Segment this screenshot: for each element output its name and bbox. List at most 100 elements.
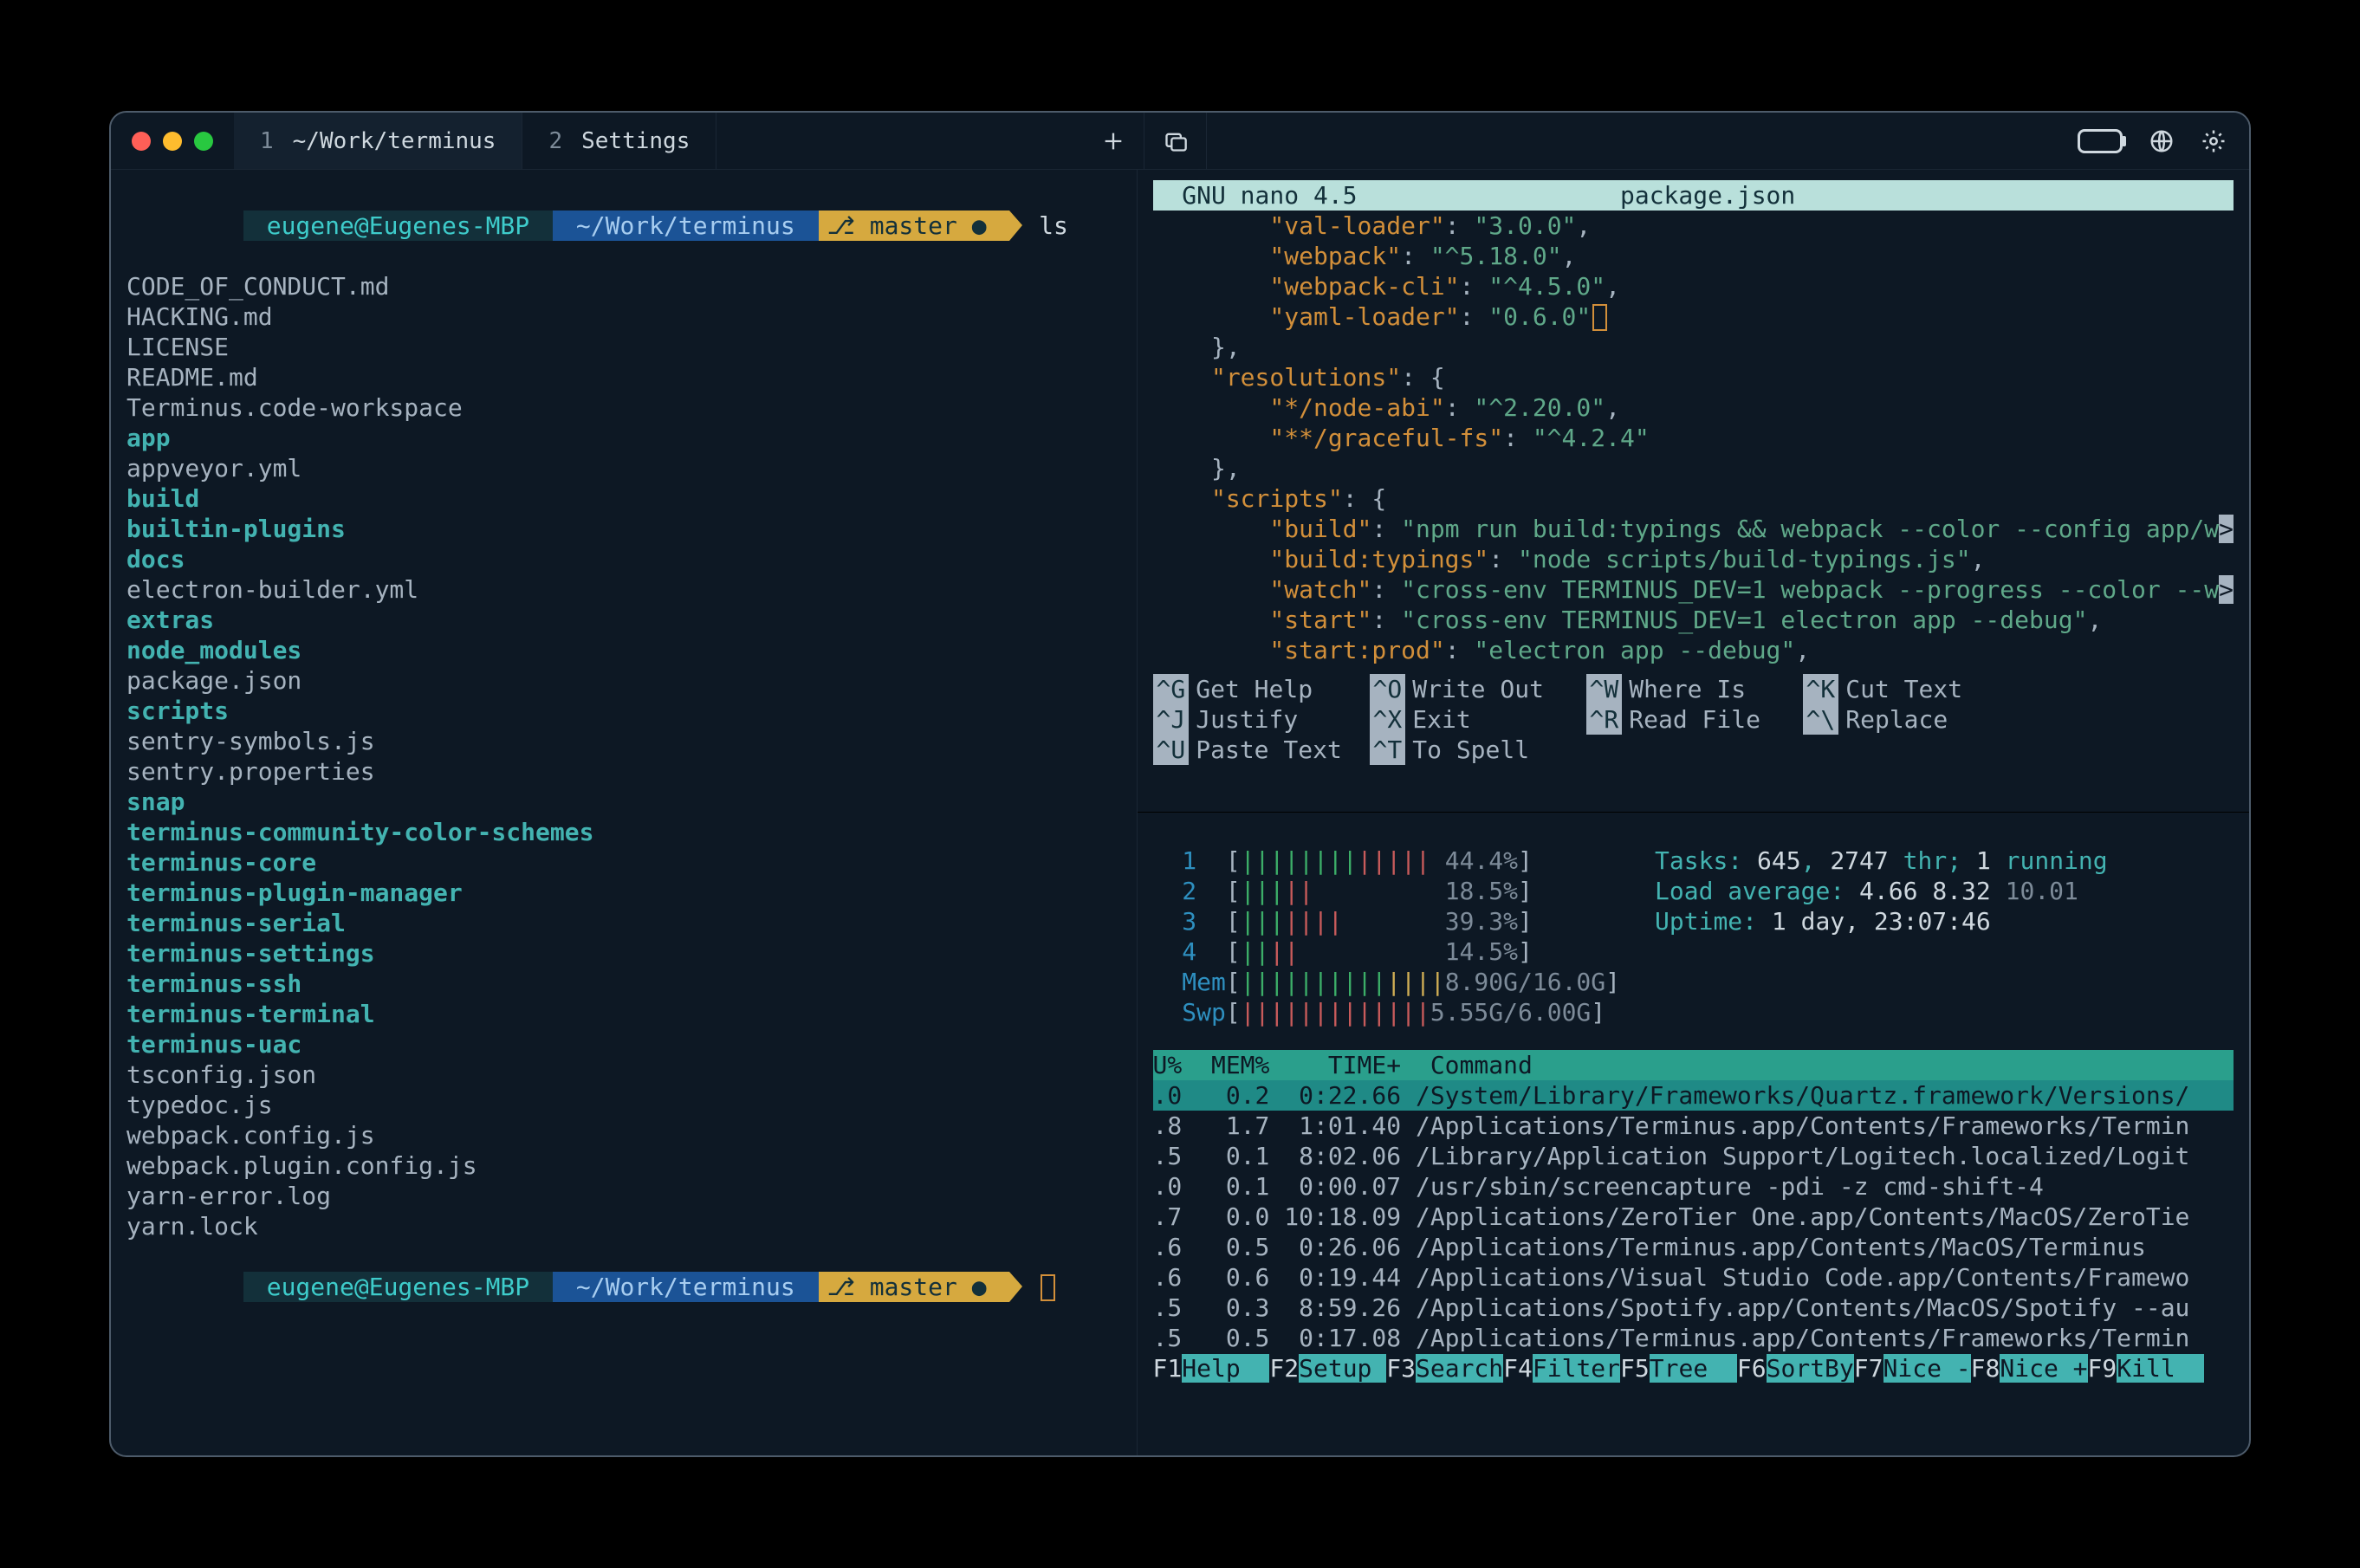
htop-process-row[interactable]: .5 0.1 8:02.06 /Library/Application Supp… xyxy=(1153,1141,2234,1171)
title-bar: 1~/Work/terminus 2 Settings xyxy=(111,113,2249,170)
cpu-meter: 1 [||||||||||||| 44.4%] xyxy=(1153,846,1620,876)
ls-entry: yarn-error.log xyxy=(126,1181,1121,1211)
ls-entry: extras xyxy=(126,605,1121,635)
ls-entry: builtin-plugins xyxy=(126,514,1121,544)
ls-entry: terminus-terminal xyxy=(126,999,1121,1029)
split-pane-button[interactable] xyxy=(1144,113,1207,169)
ls-entry: webpack.plugin.config.js xyxy=(126,1150,1121,1181)
htop-load: Load average: 4.66 8.32 10.01 xyxy=(1655,876,2108,906)
ls-entry: app xyxy=(126,423,1121,453)
htop-process-row[interactable]: .0 0.1 0:00.07 /usr/sbin/screencapture -… xyxy=(1153,1171,2234,1202)
nano-help-key: ^RRead File xyxy=(1586,704,1803,735)
htop-process-row[interactable]: .0 0.2 0:22.66 /System/Library/Framework… xyxy=(1153,1080,2234,1111)
ls-entry: build xyxy=(126,483,1121,514)
cursor xyxy=(1041,1274,1055,1301)
htop-process-row[interactable]: .7 0.0 10:18.09 /Applications/ZeroTier O… xyxy=(1153,1202,2234,1232)
ls-entry: LICENSE xyxy=(126,332,1121,362)
ls-entry: yarn.lock xyxy=(126,1211,1121,1241)
nano-line: "build:typings": "node scripts/build-typ… xyxy=(1153,544,2234,574)
new-tab-button[interactable] xyxy=(1082,113,1144,169)
globe-icon[interactable] xyxy=(2149,128,2175,154)
tab-title: ~/Work/terminus xyxy=(293,128,496,154)
tab-index: 2 xyxy=(548,128,562,154)
ls-entry: sentry.properties xyxy=(126,756,1121,787)
nano-line: "val-loader": "3.0.0", xyxy=(1153,211,2234,241)
ls-output: CODE_OF_CONDUCT.mdHACKING.mdLICENSEREADM… xyxy=(126,271,1121,1241)
nano-line: "start": "cross-env TERMINUS_DEV=1 elect… xyxy=(1153,605,2234,635)
nano-line: "**/graceful-fs": "^4.2.4" xyxy=(1153,423,2234,453)
nano-help-key: ^\Replace xyxy=(1803,704,2020,735)
htop-meters: 1 [||||||||||||| 44.4%] 2 [||||| 18.5%] … xyxy=(1153,846,2234,1027)
ls-entry: terminus-uac xyxy=(126,1029,1121,1059)
ls-entry: appveyor.yml xyxy=(126,453,1121,483)
minimize-window-button[interactable] xyxy=(163,132,182,151)
tab-settings[interactable]: 2 Settings xyxy=(522,113,716,169)
nano-help-key: ^GGet Help xyxy=(1153,674,1370,704)
nano-help-key: ^UPaste Text xyxy=(1153,735,1370,765)
right-top-pane-nano[interactable]: GNU nano 4.5 package.json "val-loader": … xyxy=(1138,170,2249,813)
nano-help-key: ^OWrite Out xyxy=(1370,674,1586,704)
nano-line: "watch": "cross-env TERMINUS_DEV=1 webpa… xyxy=(1153,574,2234,605)
ls-entry: package.json xyxy=(126,665,1121,696)
plus-icon xyxy=(1101,129,1125,153)
right-column: GNU nano 4.5 package.json "val-loader": … xyxy=(1138,170,2249,1455)
nano-help-key: ^WWhere Is xyxy=(1586,674,1803,704)
nano-line: "build": "npm run build:typings && webpa… xyxy=(1153,514,2234,544)
ls-entry: docs xyxy=(126,544,1121,574)
tabs-row: 1~/Work/terminus 2 Settings xyxy=(234,113,1082,169)
htop-process-row[interactable]: .6 0.6 0:19.44 /Applications/Visual Stud… xyxy=(1153,1262,2234,1293)
nano-editor-content: "val-loader": "3.0.0", "webpack": "^5.18… xyxy=(1153,211,2234,665)
prompt-branch: ⎇ master ● xyxy=(819,211,1010,241)
ls-entry: terminus-core xyxy=(126,847,1121,878)
cpu-meter: 3 [||||||| 39.3%] xyxy=(1153,906,1620,936)
tab--work-terminus[interactable]: 1~/Work/terminus xyxy=(234,113,522,169)
ls-entry: Terminus.code-workspace xyxy=(126,392,1121,423)
nano-help-key: ^XExit xyxy=(1370,704,1586,735)
swp-meter: Swp[|||||||||||||5.55G/6.00G] xyxy=(1153,997,1620,1027)
ls-entry: HACKING.md xyxy=(126,301,1121,332)
ls-entry: node_modules xyxy=(126,635,1121,665)
ls-entry: electron-builder.yml xyxy=(126,574,1121,605)
ls-entry: webpack.config.js xyxy=(126,1120,1121,1150)
ls-entry: terminus-ssh xyxy=(126,969,1121,999)
ls-entry: terminus-community-color-schemes xyxy=(126,817,1121,847)
htop-header-row: U% MEM% TIME+ Command xyxy=(1153,1050,2234,1080)
ls-entry: tsconfig.json xyxy=(126,1059,1121,1090)
right-bottom-pane-htop[interactable]: 1 [||||||||||||| 44.4%] 2 [||||| 18.5%] … xyxy=(1138,813,2249,1456)
panes-container: eugene@Eugenes-MBP ~/Work/terminus ⎇ mas… xyxy=(111,170,2249,1455)
gear-icon[interactable] xyxy=(2201,128,2227,154)
nano-line: "scripts": { xyxy=(1153,483,2234,514)
htop-process-row[interactable]: .6 0.5 0:26.06 /Applications/Terminus.ap… xyxy=(1153,1232,2234,1262)
nano-line: "resolutions": { xyxy=(1153,362,2234,392)
ls-entry: sentry-symbols.js xyxy=(126,726,1121,756)
htop-tasks: Tasks: 645, 2747 thr; 1 running xyxy=(1655,846,2108,876)
nano-line: "yaml-loader": "0.6.0" xyxy=(1153,301,2234,332)
left-pane-terminal[interactable]: eugene@Eugenes-MBP ~/Work/terminus ⎇ mas… xyxy=(111,170,1138,1455)
tab-title: Settings xyxy=(581,128,690,154)
ls-entry: terminus-settings xyxy=(126,938,1121,969)
nano-line: }, xyxy=(1153,453,2234,483)
nano-line: "start:prod": "electron app --debug", xyxy=(1153,635,2234,665)
traffic-lights xyxy=(111,132,234,151)
cpu-meter: 2 [||||| 18.5%] xyxy=(1153,876,1620,906)
nano-line: "webpack-cli": "^4.5.0", xyxy=(1153,271,2234,301)
mem-meter: Mem[||||||||||||||8.90G/16.0G] xyxy=(1153,967,1620,997)
cpu-meter: 4 [|||| 14.5%] xyxy=(1153,936,1620,967)
nano-title-bar: GNU nano 4.5 package.json xyxy=(1153,180,2234,211)
ls-entry: CODE_OF_CONDUCT.md xyxy=(126,271,1121,301)
htop-process-row[interactable]: .5 0.5 0:17.08 /Applications/Terminus.ap… xyxy=(1153,1323,2234,1353)
htop-process-list: .0 0.2 0:22.66 /System/Library/Framework… xyxy=(1153,1080,2234,1353)
prompt-path: ~/Work/terminus xyxy=(553,211,819,241)
maximize-window-button[interactable] xyxy=(194,132,213,151)
ls-entry: terminus-plugin-manager xyxy=(126,878,1121,908)
app-window: 1~/Work/terminus 2 Settings eugene@Eugenes… xyxy=(109,111,2251,1457)
nano-help-key: ^TTo Spell xyxy=(1370,735,1586,765)
close-window-button[interactable] xyxy=(132,132,151,151)
title-bar-actions xyxy=(2055,128,2249,154)
ls-entry: typedoc.js xyxy=(126,1090,1121,1120)
nano-help-bar: ^GGet Help^OWrite Out^WWhere Is^KCut Tex… xyxy=(1153,674,2234,765)
ls-entry: snap xyxy=(126,787,1121,817)
htop-process-row[interactable]: .5 0.3 8:59.26 /Applications/Spotify.app… xyxy=(1153,1293,2234,1323)
command-ls: ls xyxy=(1039,211,1068,240)
htop-process-row[interactable]: .8 1.7 1:01.40 /Applications/Terminus.ap… xyxy=(1153,1111,2234,1141)
